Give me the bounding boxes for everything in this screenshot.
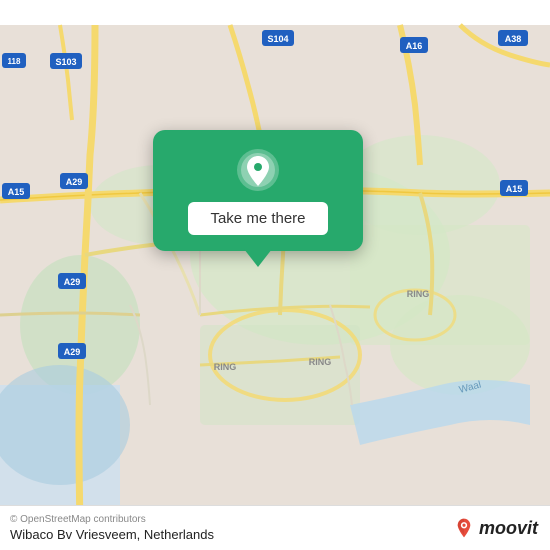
copyright-text: © OpenStreetMap contributors xyxy=(10,514,214,525)
bottom-bar: © OpenStreetMap contributors Wibaco Bv V… xyxy=(0,505,550,550)
map-container: A38 A16 S104 S103 118 A15 A15 A29 A29 A2… xyxy=(0,0,550,550)
moovit-pin-icon xyxy=(453,517,475,539)
svg-text:RING: RING xyxy=(407,289,430,299)
svg-text:RING: RING xyxy=(214,362,237,372)
svg-text:A29: A29 xyxy=(64,277,81,287)
svg-text:A16: A16 xyxy=(406,41,423,51)
svg-text:A38: A38 xyxy=(505,34,522,44)
location-name: Wibaco Bv Vriesveem, Netherlands xyxy=(10,527,214,542)
svg-text:A29: A29 xyxy=(66,177,83,187)
svg-text:S104: S104 xyxy=(267,34,288,44)
bottom-left-info: © OpenStreetMap contributors Wibaco Bv V… xyxy=(10,514,214,542)
popup-card: Take me there xyxy=(153,130,363,251)
svg-text:A29: A29 xyxy=(64,347,81,357)
svg-text:A15: A15 xyxy=(8,187,25,197)
moovit-logo[interactable]: moovit xyxy=(453,517,538,539)
svg-text:A15: A15 xyxy=(506,184,523,194)
svg-text:S103: S103 xyxy=(55,57,76,67)
map-background: A38 A16 S104 S103 118 A15 A15 A29 A29 A2… xyxy=(0,0,550,550)
svg-text:RING: RING xyxy=(309,357,332,367)
moovit-brand-name: moovit xyxy=(479,518,538,539)
location-pin-icon xyxy=(236,148,280,192)
svg-text:118: 118 xyxy=(8,57,21,66)
take-me-there-button[interactable]: Take me there xyxy=(188,202,327,235)
